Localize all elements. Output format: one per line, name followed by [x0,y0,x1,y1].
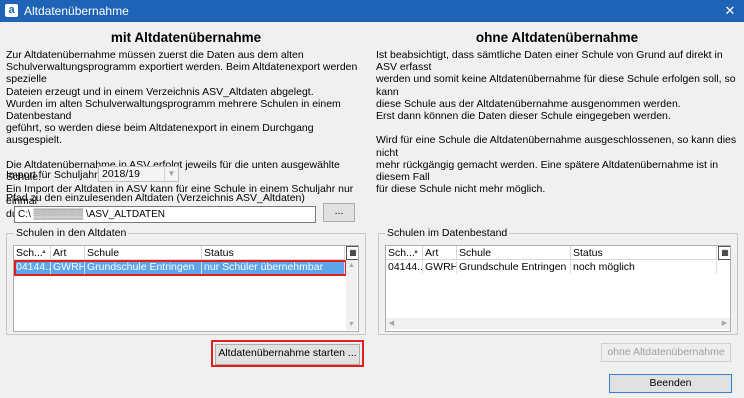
col-header-status[interactable]: Status [202,246,345,260]
close-icon[interactable]: ✕ [718,1,742,21]
cell-schule: Grundschule Entringen [457,261,571,274]
table-row[interactable]: 04144... GWRHS Grundschule Entringen noc… [386,261,717,274]
altdaten-table: Sch... ▲ Art Schule Status ▦ 04144... GW… [13,245,359,332]
path-value: C:\ ▒▒▒▒▒▒▒ \ASV_ALTDATEN [18,209,166,220]
col-header-label: Schule [87,247,120,259]
cell-art: GWRHS [423,261,457,274]
cell-nr: 04144... [388,261,423,274]
browse-button[interactable]: ... [323,203,355,222]
ohne-altdaten-button[interactable]: ohne Altdatenübernahme [601,343,731,362]
col-header-label: Sch... [16,247,43,259]
path-label: Pfad zu den einzulesenden Altdaten (Verz… [6,192,305,204]
column-chooser-icon[interactable]: ▦ [346,246,358,260]
schulen-altdaten-title: Schulen in den Altdaten [14,227,129,239]
column-chooser-icon[interactable]: ▦ [718,246,730,260]
horizontal-scrollbar[interactable]: ◀ ▶ [386,318,730,329]
col-header-label: Schule [459,247,492,259]
col-header-label: Status [204,247,234,259]
highlight-box [14,260,347,276]
title-bar: a Altdatenübernahme ✕ [0,0,744,22]
path-input[interactable]: C:\ ▒▒▒▒▒▒▒ \ASV_ALTDATEN [14,206,316,223]
col-header-label: Status [573,247,603,259]
beenden-button[interactable]: Beenden [609,374,732,393]
col-header-art[interactable]: Art [51,246,85,260]
schulen-datenbestand-title: Schulen im Datenbestand [385,227,510,239]
right-description: Ist beabsichtigt, dass sämtliche Daten e… [376,49,737,196]
col-header-label: Sch... [388,247,415,259]
window-title: Altdatenübernahme [24,4,129,18]
sort-asc-icon: ▲ [413,249,419,255]
schuljahr-value: 2018/19 [102,168,140,180]
col-header-status[interactable]: Status [571,246,717,260]
col-header-label: Art [53,247,67,259]
schuljahr-select[interactable]: 2018/19 ▼ [98,166,179,182]
app-logo-icon: a [5,4,18,17]
scroll-right-icon[interactable]: ▶ [719,318,730,329]
col-header-schule[interactable]: Schule [457,246,571,260]
col-header-label: Art [425,247,439,259]
chevron-down-icon[interactable]: ▼ [164,167,178,181]
scroll-down-icon[interactable]: ▼ [346,319,357,330]
schuljahr-label: Import für Schuljahr [6,169,98,181]
vertical-scrollbar[interactable]: ▲ ▼ [346,260,357,330]
col-header-schule[interactable]: Schule [85,246,202,260]
col-header-art[interactable]: Art [423,246,457,260]
scroll-up-icon[interactable]: ▲ [346,260,357,271]
cell-status: noch möglich [571,261,717,274]
scroll-left-icon[interactable]: ◀ [386,318,397,329]
sort-asc-icon: ▲ [41,249,47,255]
datenbestand-table: Sch... ▲ Art Schule Status ▦ 04144... GW… [385,245,731,332]
dialog-body: mit Altdatenübernahme Zur Altdatenüberna… [0,22,744,398]
left-heading: mit Altdatenübernahme [110,30,262,45]
highlight-box [211,340,364,367]
right-heading: ohne Altdatenübernahme [475,30,639,45]
